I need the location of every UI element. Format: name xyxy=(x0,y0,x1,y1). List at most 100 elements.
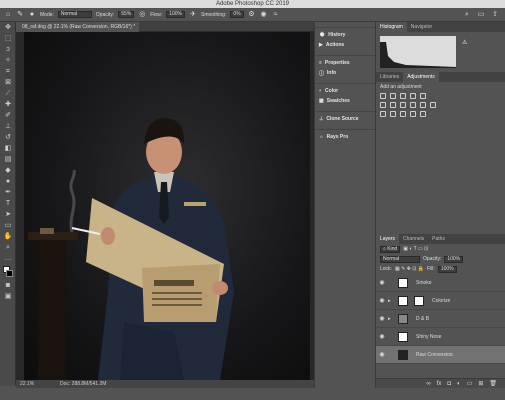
brush-preset-icon[interactable]: ● xyxy=(28,11,36,19)
tab-libraries[interactable]: Libraries xyxy=(376,72,403,82)
brush-tool-icon[interactable]: ✎ xyxy=(16,11,24,19)
path-select-tool-icon[interactable]: ➤ xyxy=(2,209,14,220)
zoom-tool-icon[interactable]: ⌕ xyxy=(2,242,14,253)
symmetry-icon[interactable]: ≈ xyxy=(272,11,280,19)
lasso-tool-icon[interactable]: ↄ xyxy=(2,44,14,55)
filter-icons[interactable]: ▣ ◐ T ▭ ⊡ xyxy=(403,246,428,252)
panel-clone-source[interactable]: ⊥ Clone Source xyxy=(315,114,375,124)
share-icon[interactable]: ⇪ xyxy=(491,11,499,19)
pressure-size-icon[interactable]: ◉ xyxy=(260,11,268,19)
mask-icon[interactable]: ◘ xyxy=(447,381,451,387)
screen-mode-icon[interactable]: ▣ xyxy=(2,291,14,302)
blend-mode-select[interactable]: Normal xyxy=(380,255,420,263)
panel-swatches[interactable]: ▦ Swatches xyxy=(315,96,375,106)
layer-opacity-field[interactable]: 100% xyxy=(444,255,464,263)
exposure-icon[interactable] xyxy=(410,93,416,99)
more-tools-icon[interactable]: … xyxy=(2,253,14,264)
invert-icon[interactable] xyxy=(380,111,386,117)
eye-icon[interactable]: ◉ xyxy=(376,315,388,322)
color-balance-icon[interactable] xyxy=(390,102,396,108)
threshold-icon[interactable] xyxy=(400,111,406,117)
pressure-opacity-icon[interactable]: ◎ xyxy=(138,11,146,19)
eye-icon[interactable]: ◉ xyxy=(376,333,388,340)
brush-tool-icon-side[interactable]: ✐ xyxy=(2,110,14,121)
healing-tool-icon[interactable]: ✚ xyxy=(2,99,14,110)
eraser-tool-icon[interactable]: ◧ xyxy=(2,143,14,154)
smoothing-field[interactable]: 0% xyxy=(230,11,244,18)
layer-fill-field[interactable]: 100% xyxy=(437,265,457,273)
airbrush-icon[interactable]: ✈ xyxy=(189,11,197,19)
eye-icon[interactable]: ◉ xyxy=(376,279,388,286)
frame-tool-icon[interactable]: ⊠ xyxy=(2,77,14,88)
folder-arrow-icon[interactable]: ▸ xyxy=(388,316,398,322)
document-image[interactable] xyxy=(24,32,310,380)
search-icon[interactable]: ⌕ xyxy=(463,11,471,19)
gradient-map-icon[interactable] xyxy=(410,111,416,117)
blur-tool-icon[interactable]: ◆ xyxy=(2,165,14,176)
panel-rays-pro[interactable]: ☼ Rays Pro xyxy=(315,132,375,142)
panel-color[interactable]: ◐ Color xyxy=(315,86,375,96)
color-lookup-icon[interactable] xyxy=(430,102,436,108)
eye-icon[interactable]: ◉ xyxy=(376,351,388,358)
opacity-field[interactable]: 55% xyxy=(118,11,135,18)
hand-tool-icon[interactable]: ✋ xyxy=(2,231,14,242)
type-tool-icon[interactable]: T xyxy=(2,198,14,209)
curves-icon[interactable] xyxy=(400,93,406,99)
link-icon[interactable]: ∞ xyxy=(426,381,430,387)
layer-row[interactable]: ◉ Smoke xyxy=(376,274,505,292)
adjustment-layer-icon[interactable]: ◐ xyxy=(457,381,461,387)
crop-tool-icon[interactable]: ⌗ xyxy=(2,66,14,77)
tab-histogram[interactable]: Histogram xyxy=(376,22,407,32)
tab-channels[interactable]: Channels xyxy=(399,234,428,244)
home-icon[interactable]: ⌂ xyxy=(4,11,12,19)
hue-saturation-icon[interactable] xyxy=(380,102,386,108)
panel-actions[interactable]: ▶ Actions xyxy=(315,40,375,50)
eye-icon[interactable]: ◉ xyxy=(376,297,388,304)
lock-icons[interactable]: ▦ ✎ ✥ ⊡ 🔒 xyxy=(395,266,424,272)
dodge-tool-icon[interactable]: ● xyxy=(2,176,14,187)
quick-mask-icon[interactable]: ◙ xyxy=(2,280,14,291)
layer-row[interactable]: ◉ Shiny Nose xyxy=(376,328,505,346)
new-layer-icon[interactable]: ⊞ xyxy=(478,380,483,387)
color-swatch-icon[interactable] xyxy=(2,264,14,280)
panel-info[interactable]: ⓘ Info xyxy=(315,68,375,78)
mode-select[interactable]: Normal xyxy=(57,11,92,18)
channel-mixer-icon[interactable] xyxy=(420,102,426,108)
fx-icon[interactable]: fx xyxy=(437,381,442,387)
levels-icon[interactable] xyxy=(390,93,396,99)
photo-filter-icon[interactable] xyxy=(410,102,416,108)
panel-history[interactable]: ⌚ History xyxy=(315,30,375,40)
eyedropper-tool-icon[interactable]: ⟋ xyxy=(2,88,14,99)
folder-icon[interactable]: ▭ xyxy=(467,380,473,387)
layer-row-selected[interactable]: ◉ Raw Conversion xyxy=(376,346,505,364)
brightness-icon[interactable] xyxy=(380,93,386,99)
shape-tool-icon[interactable]: ▭ xyxy=(2,220,14,231)
flow-field[interactable]: 100% xyxy=(166,11,186,18)
warning-icon[interactable]: ⚠ xyxy=(462,39,468,46)
trash-icon[interactable]: 🗑 xyxy=(489,380,497,387)
selective-color-icon[interactable] xyxy=(420,111,426,117)
tab-layers[interactable]: Layers xyxy=(376,234,400,244)
zoom-level[interactable]: 22.1% xyxy=(20,381,34,387)
marquee-tool-icon[interactable]: ⬚ xyxy=(2,33,14,44)
filter-kind-select[interactable]: ⌕ Kind xyxy=(380,245,401,253)
tab-navigator[interactable]: Navigator xyxy=(407,22,436,32)
clone-stamp-tool-icon[interactable]: ⊥ xyxy=(2,121,14,132)
panel-properties[interactable]: ≡ Properties xyxy=(315,58,375,68)
vibrance-icon[interactable] xyxy=(420,93,426,99)
tab-paths[interactable]: Paths xyxy=(428,234,449,244)
tab-adjustments[interactable]: Adjustments xyxy=(403,72,439,82)
gradient-tool-icon[interactable]: ▤ xyxy=(2,154,14,165)
move-tool-icon[interactable]: ✥ xyxy=(2,22,14,33)
workspace-icon[interactable]: ▭ xyxy=(477,11,485,19)
history-brush-tool-icon[interactable]: ↺ xyxy=(2,132,14,143)
gear-icon[interactable]: ⚙ xyxy=(248,11,256,19)
document-tab[interactable]: 08_raf.dng @ 22.1% (Raw Conversion, RGB/… xyxy=(16,22,140,32)
quick-select-tool-icon[interactable]: ✧ xyxy=(2,55,14,66)
pen-tool-icon[interactable]: ✒ xyxy=(2,187,14,198)
canvas-area[interactable] xyxy=(16,32,314,380)
black-white-icon[interactable] xyxy=(400,102,406,108)
layer-row[interactable]: ◉ ▸ Colorize xyxy=(376,292,505,310)
posterize-icon[interactable] xyxy=(390,111,396,117)
layer-row[interactable]: ◉ ▸ D & B xyxy=(376,310,505,328)
